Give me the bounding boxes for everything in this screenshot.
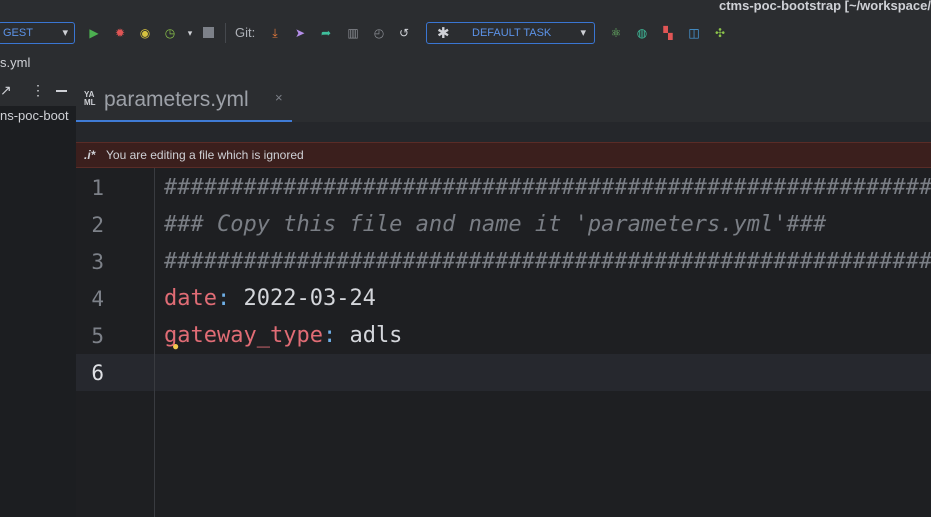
tab-parameters-yml[interactable]: YA ML parameters.yml × xyxy=(76,78,292,122)
coverage-icon[interactable]: ◉ xyxy=(138,26,152,40)
banner-text: You are editing a file which is ignored xyxy=(106,148,304,162)
git-push-icon[interactable]: ➤ xyxy=(293,26,307,40)
yaml-value: adls xyxy=(336,323,403,348)
lightbulb-icon[interactable]: ● xyxy=(172,339,179,353)
compare-icon[interactable]: ▥ xyxy=(346,26,360,40)
project-panel: ↗ ⋮ ns-poc-boot xyxy=(0,76,76,517)
code-line-comment: ########################################… xyxy=(164,249,931,274)
chevron-down-icon: ▾ xyxy=(62,27,68,39)
ignored-file-banner: .i* You are editing a file which is igno… xyxy=(76,142,931,168)
run-icon[interactable]: ▶ xyxy=(87,26,101,40)
close-icon[interactable]: × xyxy=(275,90,283,105)
breadcrumb[interactable]: s.yml xyxy=(0,55,30,70)
stop-icon[interactable] xyxy=(203,27,214,38)
plugin-e-icon[interactable]: ✣ xyxy=(713,26,727,40)
yaml-key: gateway_type xyxy=(164,323,323,348)
code-line-gateway-type: gateway_type: adls xyxy=(164,323,402,349)
git-label: Git: xyxy=(235,25,256,40)
title-bar: ctms-poc-bootstrap [~/workspace/ xyxy=(0,0,931,14)
ignore-file-icon: .i* xyxy=(84,148,96,162)
minimize-icon[interactable] xyxy=(56,90,67,92)
task-label: DEFAULT TASK xyxy=(472,27,552,39)
window-title: ctms-poc-bootstrap [~/workspace/ xyxy=(718,0,931,13)
plugin-b-icon[interactable]: ◍ xyxy=(635,26,649,40)
git-update-icon[interactable]: ⤓ xyxy=(268,26,282,40)
rollback-icon[interactable]: ↺ xyxy=(397,26,411,40)
line-number: 2 xyxy=(91,213,104,237)
project-root[interactable]: ns-poc-boot xyxy=(0,108,69,123)
line-number: 1 xyxy=(91,176,104,200)
run-config-label: GEST xyxy=(3,27,33,39)
yaml-colon: : xyxy=(322,323,337,348)
plugin-d-icon[interactable]: ◫ xyxy=(687,26,701,40)
yaml-value: 2022-03-24 xyxy=(230,286,376,311)
task-selector[interactable]: ✱ DEFAULT TASK ▾ xyxy=(426,22,595,44)
run-config-selector[interactable]: GEST ▾ xyxy=(0,22,75,44)
line-number: 3 xyxy=(91,250,104,274)
line-number-current: 6 xyxy=(91,361,104,385)
plugin-c-icon[interactable]: ▚ xyxy=(661,26,675,40)
yaml-key: date xyxy=(164,286,217,311)
profile-icon[interactable]: ◷ xyxy=(163,26,177,40)
more-icon[interactable]: ⋮ xyxy=(31,82,45,99)
yaml-file-icon: YA ML xyxy=(84,90,96,107)
navigation-bar: s.yml xyxy=(0,52,931,76)
code-line-comment: ########################################… xyxy=(164,175,931,200)
editor-header-strip xyxy=(76,122,931,142)
history-icon[interactable]: ◴ xyxy=(372,26,386,40)
code-line-date: date: 2022-03-24 xyxy=(164,286,376,312)
code-line-comment: ### Copy this file and name it 'paramete… xyxy=(164,212,827,237)
git-commit-icon[interactable]: ➦ xyxy=(319,26,333,40)
collapse-icon[interactable]: ↗ xyxy=(0,82,12,99)
plugin-a-icon[interactable]: ⚛ xyxy=(609,26,623,40)
current-line-highlight xyxy=(76,354,931,391)
debug-icon[interactable]: ✹ xyxy=(113,26,127,40)
yaml-colon: : xyxy=(216,286,231,311)
tab-label: parameters.yml xyxy=(104,88,249,111)
chevron-down-icon[interactable]: ▾ xyxy=(183,26,197,40)
gutter-divider xyxy=(154,168,155,517)
line-number: 5 xyxy=(91,324,104,348)
toolbar-separator xyxy=(225,23,226,43)
task-icon: ✱ xyxy=(437,25,450,42)
chevron-down-icon: ▾ xyxy=(580,27,586,39)
line-number: 4 xyxy=(91,287,104,311)
